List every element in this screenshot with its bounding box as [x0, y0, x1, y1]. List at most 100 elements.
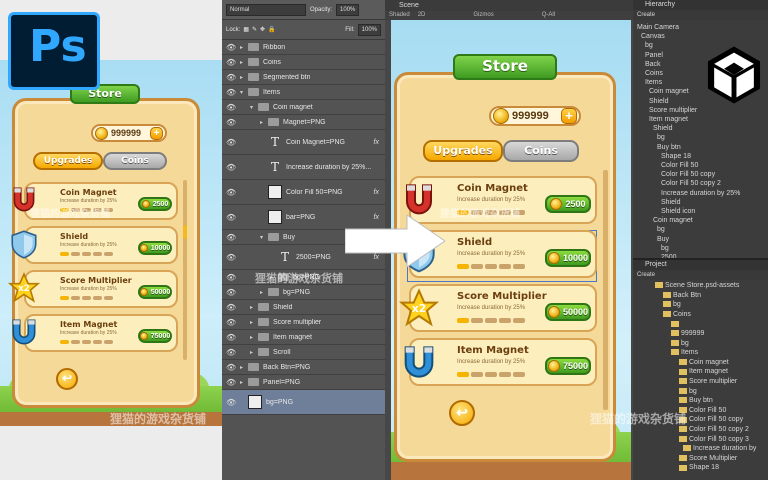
project-item[interactable]: Color Fill 50 copy: [679, 416, 743, 423]
visibility-eye-icon[interactable]: 👁: [226, 58, 240, 67]
visibility-eye-icon[interactable]: 👁: [226, 378, 240, 387]
buy-button[interactable]: 50000: [138, 285, 172, 299]
layer-row[interactable]: 👁 ▸ Segmented btn: [222, 70, 385, 85]
tab-coins[interactable]: Coins: [503, 140, 579, 162]
scene-tab[interactable]: Scene: [385, 0, 633, 11]
add-coins-button[interactable]: +: [561, 108, 577, 124]
lock-all-icon[interactable]: 🔒: [268, 26, 275, 33]
hierarchy-item[interactable]: Coins: [645, 70, 663, 77]
back-button[interactable]: ↩: [56, 368, 78, 390]
hierarchy-item[interactable]: bg: [657, 226, 665, 233]
back-button[interactable]: ↩: [449, 400, 475, 426]
layer-row[interactable]: 👁 ▸ Ribbon: [222, 40, 385, 55]
hierarchy-tab[interactable]: Hierarchy: [633, 0, 768, 10]
visibility-eye-icon[interactable]: 👁: [226, 398, 240, 407]
project-item[interactable]: Color Fill 50 copy 3: [679, 436, 749, 443]
hierarchy-item[interactable]: Shape 18: [661, 153, 691, 160]
expand-arrow-icon[interactable]: ▸: [250, 304, 258, 311]
expand-arrow-icon[interactable]: ▸: [250, 349, 258, 356]
project-item[interactable]: Color Fill 50 copy 2: [679, 426, 749, 433]
expand-arrow-icon[interactable]: ▸: [240, 59, 248, 66]
visibility-eye-icon[interactable]: 👁: [226, 348, 240, 357]
visibility-eye-icon[interactable]: 👁: [226, 138, 240, 147]
fill-field[interactable]: 100%: [357, 23, 381, 36]
hierarchy-item[interactable]: Main Camera: [637, 24, 679, 31]
hierarchy-item[interactable]: Items: [645, 79, 662, 86]
layer-row[interactable]: 👁 ▸ Score multiplier: [222, 315, 385, 330]
layer-row[interactable]: 👁 ▸ Coins: [222, 55, 385, 70]
layer-row[interactable]: 👁 ▸ Back Btn=PNG: [222, 360, 385, 375]
scene-toolbar-item[interactable]: Gizmos: [473, 11, 493, 20]
hierarchy-item[interactable]: Increase duration by 25%: [661, 190, 740, 197]
hierarchy-item[interactable]: bg: [657, 134, 665, 141]
visibility-eye-icon[interactable]: 👁: [226, 318, 240, 327]
buy-button[interactable]: 10000: [545, 249, 591, 267]
lock-pixels-icon[interactable]: ▦: [243, 26, 249, 33]
layer-row[interactable]: 👁 ▸ Shield: [222, 300, 385, 315]
layer-row[interactable]: 👁 ▸ Panel=PNG: [222, 375, 385, 390]
expand-arrow-icon[interactable]: ▾: [250, 104, 258, 111]
tab-upgrades[interactable]: Upgrades: [33, 152, 103, 170]
visibility-eye-icon[interactable]: 👁: [226, 213, 240, 222]
buy-button[interactable]: 2500: [138, 197, 172, 211]
hierarchy-item[interactable]: Back: [645, 61, 661, 68]
tab-coins[interactable]: Coins: [103, 152, 167, 170]
expand-arrow-icon[interactable]: ▸: [250, 319, 258, 326]
expand-arrow-icon[interactable]: ▸: [260, 119, 268, 126]
hierarchy-item[interactable]: Buy: [657, 236, 669, 243]
visibility-eye-icon[interactable]: 👁: [226, 333, 240, 342]
expand-arrow-icon[interactable]: ▸: [240, 364, 248, 371]
project-item[interactable]: Scene Store.psd-assets: [655, 282, 739, 289]
buy-button[interactable]: 2500: [545, 195, 591, 213]
project-item[interactable]: Buy btn: [679, 397, 713, 404]
project-item[interactable]: Coin magnet: [679, 359, 729, 366]
visibility-eye-icon[interactable]: 👁: [226, 118, 240, 127]
scrollbar[interactable]: [183, 180, 187, 360]
hierarchy-item[interactable]: Shield: [653, 125, 672, 132]
lock-paint-icon[interactable]: ✎: [252, 26, 257, 33]
expand-arrow-icon[interactable]: ▾: [260, 234, 268, 241]
hierarchy-item[interactable]: Score multiplier: [649, 107, 697, 114]
project-item[interactable]: Items: [671, 349, 698, 356]
project-item[interactable]: Color Fill 50: [679, 407, 726, 414]
hierarchy-item[interactable]: Canvas: [641, 33, 665, 40]
visibility-eye-icon[interactable]: 👁: [226, 363, 240, 372]
visibility-eye-icon[interactable]: 👁: [226, 103, 240, 112]
buy-button[interactable]: 10000: [138, 241, 172, 255]
hierarchy-item[interactable]: bg: [645, 42, 653, 49]
add-coins-button[interactable]: +: [150, 126, 163, 140]
hierarchy-item[interactable]: Buy btn: [657, 144, 681, 151]
hierarchy-item[interactable]: bg: [661, 245, 669, 252]
expand-arrow-icon[interactable]: ▸: [240, 379, 248, 386]
project-item[interactable]: 999999: [671, 330, 704, 337]
project-item[interactable]: Score Multiplier: [679, 455, 737, 462]
scene-toolbar-item[interactable]: Q-All: [542, 11, 555, 20]
buy-button[interactable]: 75000: [138, 329, 172, 343]
hierarchy-item[interactable]: Color Fill 50: [661, 162, 698, 169]
layer-row[interactable]: 👁 ▸ Magnet=PNG: [222, 115, 385, 130]
opacity-field[interactable]: 100%: [336, 3, 360, 16]
hierarchy-item[interactable]: Shield icon: [661, 208, 695, 215]
project-item[interactable]: [671, 320, 681, 327]
layer-row[interactable]: 👁 ▾ Coin magnet: [222, 100, 385, 115]
hierarchy-item[interactable]: Coin magnet: [653, 217, 693, 224]
expand-arrow-icon[interactable]: ▸: [240, 74, 248, 81]
scene-toolbar-item[interactable]: 2D: [418, 11, 426, 20]
project-item[interactable]: bg: [671, 340, 689, 347]
project-item[interactable]: Shape 18: [679, 464, 719, 471]
visibility-eye-icon[interactable]: 👁: [226, 188, 240, 197]
visibility-eye-icon[interactable]: 👁: [226, 288, 240, 297]
tab-upgrades[interactable]: Upgrades: [423, 140, 503, 162]
scrollbar[interactable]: [603, 170, 608, 410]
visibility-eye-icon[interactable]: 👁: [226, 73, 240, 82]
hierarchy-item[interactable]: Panel: [645, 52, 663, 59]
project-item[interactable]: Score multiplier: [679, 378, 737, 385]
expand-arrow-icon[interactable]: ▸: [250, 334, 258, 341]
layer-row[interactable]: 👁 ▾ Items: [222, 85, 385, 100]
visibility-eye-icon[interactable]: 👁: [226, 273, 240, 282]
layer-row[interactable]: 👁 T Increase duration by 25%...: [222, 155, 385, 180]
project-item[interactable]: Item magnet: [679, 368, 728, 375]
project-item[interactable]: bg: [679, 388, 697, 395]
visibility-eye-icon[interactable]: 👁: [226, 253, 240, 262]
expand-arrow-icon[interactable]: ▸: [240, 44, 248, 51]
